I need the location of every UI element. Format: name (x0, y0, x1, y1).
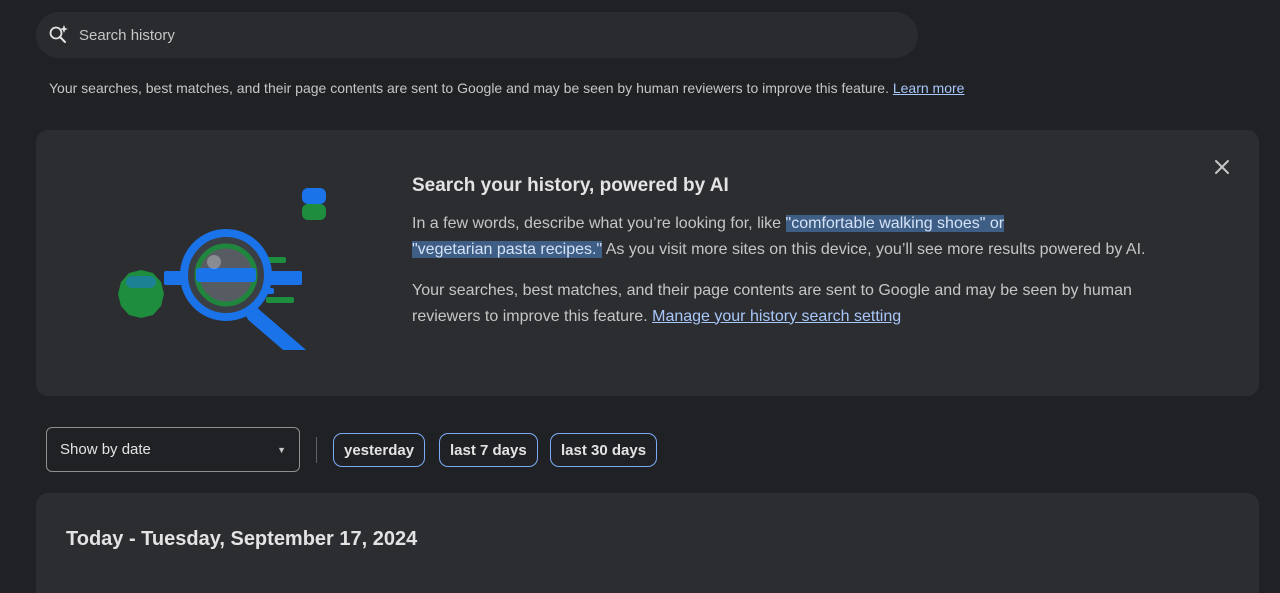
chip-last-7-days[interactable]: last 7 days (439, 433, 538, 467)
promo-description-text: In a few words, describe what you’re loo… (412, 215, 782, 232)
chip-yesterday[interactable]: yesterday (333, 433, 426, 467)
learn-more-link[interactable]: Learn more (893, 80, 965, 96)
promo-description-text: As you visit more sites on this device, … (605, 240, 1146, 258)
search-bar[interactable] (36, 12, 918, 58)
promo-title: Search your history, powered by AI (412, 175, 729, 196)
promo-privacy-note: Your searches, best matches, and their p… (412, 278, 1152, 329)
history-day-card: Today - Tuesday, September 17, 2024 (36, 493, 1259, 593)
magnifier-illustration (106, 180, 336, 366)
show-by-dropdown[interactable]: Show by date ▼ (46, 427, 300, 472)
dropdown-caret-icon: ▼ (277, 444, 286, 455)
chip-last-30-days[interactable]: last 30 days (550, 433, 658, 467)
ai-disclaimer: Your searches, best matches, and their p… (49, 80, 964, 96)
close-button[interactable] (1211, 156, 1233, 178)
disclaimer-text: Your searches, best matches, and their p… (49, 80, 889, 96)
search-sparkle-icon (48, 24, 70, 46)
promo-text: Search your history, powered by AI In a … (412, 175, 1152, 329)
manage-history-search-setting-link[interactable]: Manage your history search setting (652, 308, 901, 325)
close-icon (1215, 160, 1229, 174)
show-by-value: Show by date (60, 441, 151, 458)
promo-description: In a few words, describe what you’re loo… (412, 211, 1152, 262)
filter-divider (316, 437, 317, 463)
date-heading: Today - Tuesday, September 17, 2024 (66, 528, 418, 550)
search-input[interactable] (79, 26, 918, 44)
ai-history-promo-card: Search your history, powered by AI In a … (36, 130, 1259, 396)
example-query-highlight: "comfortable walking shoes" or (785, 215, 1005, 232)
example-query-highlight: "vegetarian pasta recipes." (412, 240, 603, 258)
